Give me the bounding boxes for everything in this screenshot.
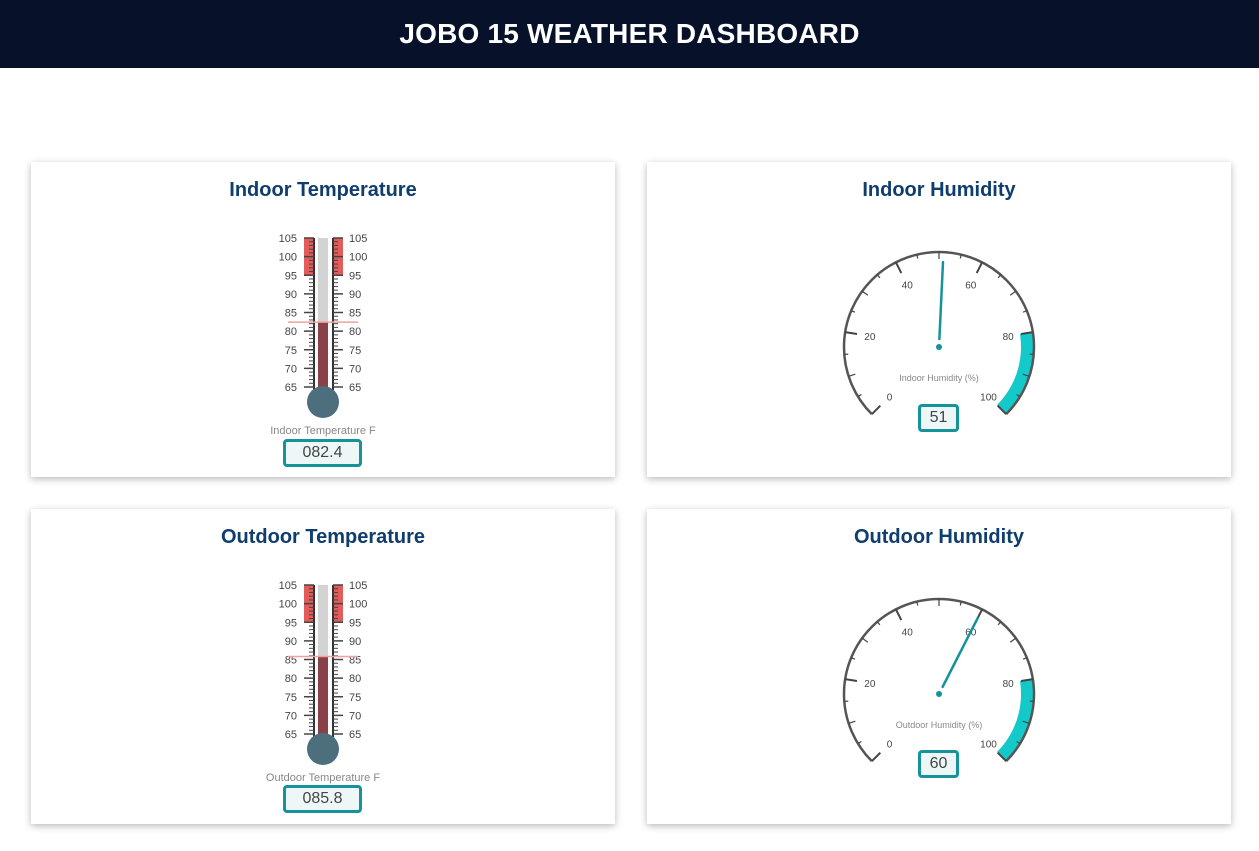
- thermometer-bulb: [307, 733, 339, 765]
- thermometer-caption: Indoor Temperature F: [270, 425, 376, 437]
- thermometer-bulb: [307, 386, 339, 418]
- gauge-needle-hub: [936, 691, 942, 697]
- minor-tick: [1009, 290, 1017, 296]
- dashboard-title: JOBO 15 WEATHER DASHBOARD: [399, 18, 860, 49]
- tick-label-right: 65: [349, 729, 361, 741]
- outdoor-humidity-card: Outdoor Humidity 020406080100Outdoor Hum…: [647, 509, 1231, 824]
- tick-label-left: 95: [285, 270, 297, 282]
- major-tick: [845, 331, 858, 336]
- gauge-tick-label: 100: [980, 392, 997, 403]
- tick-label-right: 80: [349, 673, 361, 685]
- minor-tick: [861, 637, 869, 643]
- gauge-tick-label: 40: [902, 628, 914, 639]
- tick-label-right: 100: [349, 252, 367, 264]
- gauge-caption: Indoor Humidity (%): [899, 373, 979, 383]
- outdoor-temperature-thermometer: 105 105100 10095 9590 9085 8580 8075 7570 7065 65…: [266, 580, 380, 784]
- tick-label-right: 75: [349, 345, 361, 357]
- tick-label-right: 105: [349, 580, 367, 592]
- gauge-tick-label: 40: [902, 281, 914, 292]
- thermometer-caption: Outdoor Temperature F: [266, 772, 380, 784]
- tick-label-left: 100: [279, 252, 297, 264]
- indoor-temperature-value: 082.4: [283, 439, 362, 467]
- gauge-tick-label: 0: [887, 392, 893, 403]
- gauge-tick-label: 100: [980, 739, 997, 750]
- tick-label-left: 70: [285, 363, 297, 375]
- tick-label-right: 95: [349, 270, 361, 282]
- mercury-column: [318, 322, 328, 397]
- major-tick: [894, 608, 903, 621]
- tick-label-left: 95: [285, 617, 297, 629]
- minor-tick: [1009, 637, 1017, 643]
- gauge-tick-label: 80: [1003, 679, 1015, 690]
- major-tick: [894, 261, 903, 274]
- tick-label-left: 70: [285, 710, 297, 722]
- gauge-caption: Outdoor Humidity (%): [896, 720, 983, 730]
- minor-tick: [848, 373, 856, 377]
- major-tick: [871, 404, 882, 415]
- humidity-range-band: [996, 679, 1033, 761]
- gauge-tick-label: 0: [887, 739, 893, 750]
- outdoor-temperature-card: Outdoor Temperature 105 105 100 100 95 95 90 90…: [31, 509, 615, 824]
- tick-label-left: 65: [285, 382, 297, 394]
- humidity-range-band: [996, 332, 1033, 414]
- gauge-needle: [941, 617, 979, 689]
- gauge-tick-label: 60: [965, 281, 977, 292]
- major-tick: [845, 678, 858, 683]
- tick-label-left: 80: [285, 326, 297, 338]
- indoor-humidity-card: Indoor Humidity 0 20 40 60 80 100 Indoor Humid…: [647, 162, 1231, 477]
- dashboard-header: JOBO 15 WEATHER DASHBOARD: [0, 0, 1259, 68]
- indoor-temperature-thermometer: 105 105 100 100 95 95 90 90 85 85 80 80 75 75 70 70 65 65…: [270, 233, 376, 437]
- minor-tick: [861, 290, 869, 296]
- major-tick: [871, 751, 882, 762]
- gauge-tick-label: 80: [1003, 332, 1015, 343]
- tick-label-right: 65: [349, 382, 361, 394]
- tick-label-right: 70: [349, 363, 361, 375]
- gauge-needle-hub: [936, 344, 942, 350]
- tick-label-right: 80: [349, 326, 361, 338]
- gauge-tick-label: 20: [864, 679, 876, 690]
- tick-label-left: 100: [279, 599, 297, 611]
- gauge-needle: [938, 260, 945, 341]
- tick-label-left: 85: [285, 308, 297, 320]
- tick-label-right: 95: [349, 617, 361, 629]
- tick-label-left: 105: [279, 233, 297, 245]
- indoor-temperature-card: Indoor Temperature 105 105 100 100 95 95 90 90 8…: [31, 162, 615, 477]
- minor-tick: [848, 720, 856, 724]
- gauge-tick-label: 20: [864, 332, 876, 343]
- tick-label-right: 105: [349, 233, 367, 245]
- tick-label-right: 90: [349, 289, 361, 301]
- indoor-humidity-value: 51: [918, 404, 959, 432]
- tick-label-left: 80: [285, 673, 297, 685]
- tick-label-right: 75: [349, 692, 361, 704]
- tick-label-right: 70: [349, 710, 361, 722]
- tick-label-left: 75: [285, 345, 297, 357]
- tick-label-left: 90: [285, 636, 297, 648]
- tick-label-right: 85: [349, 308, 361, 320]
- tick-label-right: 90: [349, 636, 361, 648]
- tick-label-left: 65: [285, 729, 297, 741]
- outdoor-temperature-value: 085.8: [283, 785, 362, 813]
- major-tick: [975, 261, 984, 274]
- tick-label-left: 75: [285, 692, 297, 704]
- tick-label-left: 105: [279, 580, 297, 592]
- outdoor-humidity-value: 60: [918, 750, 959, 778]
- tick-label-left: 90: [285, 289, 297, 301]
- tick-label-right: 100: [349, 599, 367, 611]
- mercury-column: [318, 656, 328, 744]
